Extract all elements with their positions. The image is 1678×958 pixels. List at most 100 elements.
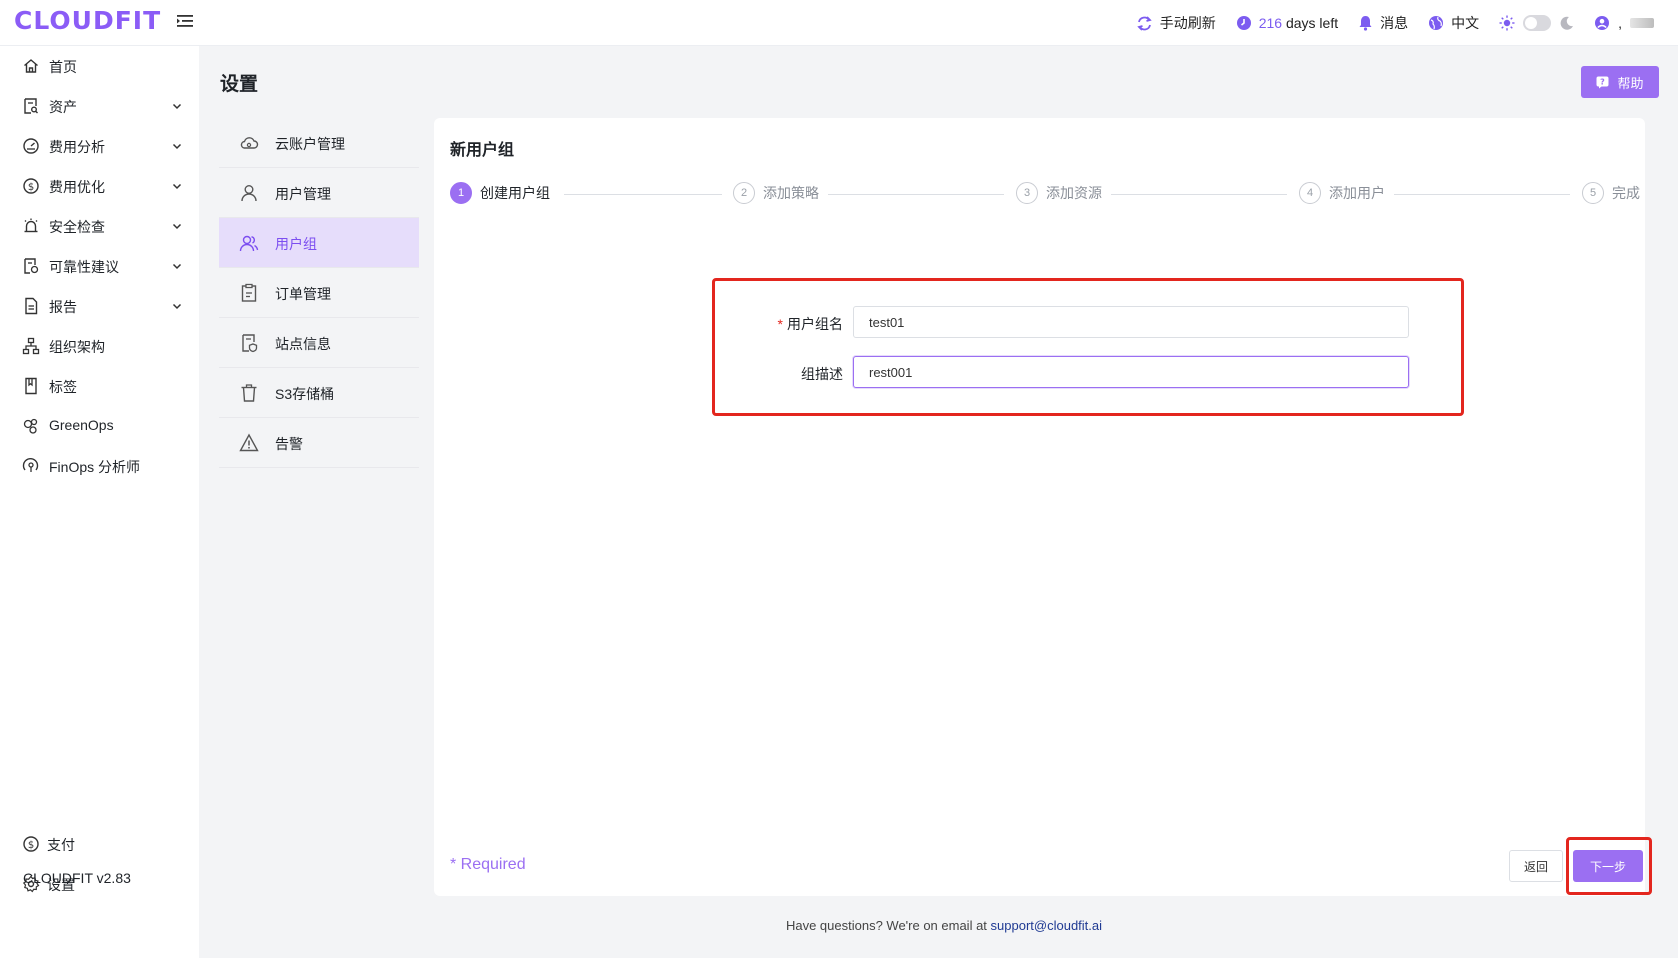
submenu-item-site-info[interactable]: 站点信息 bbox=[219, 318, 419, 368]
help-button[interactable]: ? 帮助 bbox=[1581, 66, 1659, 98]
sidebar-item-reliability[interactable]: 可靠性建议 bbox=[0, 246, 199, 286]
sidebar-item-label: 费用优化 bbox=[49, 179, 105, 195]
chevron-down-icon bbox=[172, 263, 182, 270]
alarm-icon bbox=[24, 218, 38, 233]
language-label: 中文 bbox=[1451, 15, 1480, 31]
refresh-label: 手动刷新 bbox=[1159, 15, 1216, 31]
user-name-redacted bbox=[1630, 18, 1654, 28]
footer: Have questions? We're on email at suppor… bbox=[0, 918, 1678, 933]
theme-switch[interactable] bbox=[1523, 15, 1552, 31]
group-name-input[interactable] bbox=[853, 306, 1409, 338]
submenu-item-label: 订单管理 bbox=[275, 286, 331, 302]
submenu-item-user-groups[interactable]: 用户组 bbox=[219, 218, 419, 268]
submenu-item-orders[interactable]: 订单管理 bbox=[219, 268, 419, 318]
help-label: 帮助 bbox=[1617, 75, 1644, 91]
group-name-label: * 用户组名 bbox=[777, 316, 843, 332]
clock-icon bbox=[1236, 16, 1251, 30]
dollar-icon: $ bbox=[23, 836, 39, 852]
bell-icon bbox=[1359, 16, 1372, 31]
sidebar-item-report[interactable]: 报告 bbox=[0, 286, 199, 326]
moon-icon bbox=[1560, 16, 1574, 30]
chevron-down-icon bbox=[172, 303, 182, 310]
home-icon bbox=[24, 59, 38, 73]
submenu-item-label: 云账户管理 bbox=[275, 136, 345, 152]
step-connector bbox=[564, 194, 722, 195]
step-label: 完成 bbox=[1612, 185, 1640, 201]
submenu-item-cloud-accounts[interactable]: 云账户管理 bbox=[219, 118, 419, 168]
site-icon bbox=[242, 334, 258, 353]
days-left-suffix: days left bbox=[1285, 15, 1339, 31]
menu-toggle-icon[interactable] bbox=[176, 12, 194, 30]
sidebar-item-payment[interactable]: $ 支付 bbox=[0, 824, 199, 864]
submenu-item-user-management[interactable]: 用户管理 bbox=[219, 168, 419, 218]
support-email-link[interactable]: support@cloudfit.ai bbox=[991, 918, 1102, 933]
sidebar-item-cost-optimization[interactable]: $ 费用优化 bbox=[0, 166, 199, 206]
sidebar-item-label: 标签 bbox=[49, 379, 77, 395]
app-logo[interactable]: CLOUDFIT bbox=[14, 6, 161, 35]
group-description-label: 组描述 bbox=[801, 366, 843, 382]
step-finish[interactable]: 5 完成 bbox=[1582, 182, 1640, 204]
sidebar-item-cost-analysis[interactable]: 费用分析 bbox=[0, 126, 199, 166]
step-add-policy[interactable]: 2 添加策略 bbox=[733, 182, 819, 204]
submenu-item-label: 站点信息 bbox=[275, 336, 331, 352]
messages-button[interactable]: 消息 bbox=[1358, 13, 1408, 33]
step-add-resource[interactable]: 3 添加资源 bbox=[1016, 182, 1102, 204]
sidebar-item-label: 费用分析 bbox=[49, 139, 105, 155]
order-icon bbox=[241, 283, 257, 302]
submenu-item-label: 用户管理 bbox=[275, 186, 331, 202]
help-icon: ? bbox=[1596, 76, 1609, 88]
user-menu[interactable]: , bbox=[1594, 15, 1654, 31]
asset-icon bbox=[24, 98, 38, 114]
next-step-button[interactable]: 下一步 bbox=[1573, 850, 1643, 882]
user-icon bbox=[241, 185, 257, 202]
step-number: 2 bbox=[733, 182, 755, 204]
sidebar-item-label: 组织架构 bbox=[49, 339, 105, 355]
step-connector bbox=[1111, 194, 1287, 195]
sidebar-item-tags[interactable]: 标签 bbox=[0, 366, 199, 406]
sidebar-item-label: FinOps 分析师 bbox=[49, 459, 141, 475]
tag-icon bbox=[25, 377, 37, 395]
footer-text: Have questions? We're on email at bbox=[785, 918, 987, 933]
greenops-icon bbox=[23, 418, 38, 434]
sidebar-item-label: GreenOps bbox=[49, 417, 114, 433]
step-label: 创建用户组 bbox=[480, 185, 550, 201]
submenu-item-alerts[interactable]: 告警 bbox=[219, 418, 419, 468]
theme-toggle[interactable] bbox=[1499, 15, 1574, 31]
step-create-group[interactable]: 1 创建用户组 bbox=[450, 182, 550, 204]
avatar-icon bbox=[1595, 16, 1610, 30]
report-icon bbox=[25, 297, 38, 315]
user-name: , bbox=[1618, 15, 1622, 31]
refresh-icon bbox=[1137, 15, 1152, 31]
sidebar-item-label: 可靠性建议 bbox=[49, 259, 119, 275]
sidebar-item-greenops[interactable]: GreenOps bbox=[0, 406, 199, 446]
group-description-input[interactable] bbox=[853, 356, 1409, 388]
messages-label: 消息 bbox=[1380, 15, 1409, 31]
reliability-icon bbox=[24, 258, 39, 274]
step-add-users[interactable]: 4 添加用户 bbox=[1299, 182, 1385, 204]
chevron-down-icon bbox=[172, 223, 182, 230]
sidebar-item-home[interactable]: 首页 bbox=[0, 46, 199, 86]
sidebar-item-security-check[interactable]: 安全检查 bbox=[0, 206, 199, 246]
bucket-icon bbox=[241, 384, 257, 402]
sidebar-item-assets[interactable]: 资产 bbox=[0, 86, 199, 126]
chevron-down-icon bbox=[172, 103, 182, 110]
warning-icon bbox=[239, 433, 259, 452]
dollar-icon: $ bbox=[23, 178, 39, 194]
submenu-item-s3-buckets[interactable]: S3存储桶 bbox=[219, 368, 419, 418]
days-left-value: 216 bbox=[1258, 15, 1283, 31]
new-user-group-card: 新用户组 1 创建用户组 2 添加策略 3 添加资源 4 添加用户 5 完成 *… bbox=[434, 118, 1652, 896]
form-highlight-box: *用户组名 组描述 bbox=[712, 278, 1464, 416]
sidebar-item-finops-analyst[interactable]: FinOps 分析师 bbox=[0, 446, 199, 486]
back-button[interactable]: 返回 bbox=[1509, 850, 1563, 882]
submenu-item-label: 告警 bbox=[275, 436, 303, 452]
cost-analysis-icon bbox=[23, 138, 39, 154]
language-switch[interactable]: 中文 bbox=[1428, 13, 1479, 33]
user-group-icon bbox=[239, 235, 259, 252]
manual-refresh-button[interactable]: 手动刷新 bbox=[1136, 13, 1216, 33]
sidebar-item-organization[interactable]: 组织架构 bbox=[0, 326, 199, 366]
app-version: CLOUDFIT v2.83 bbox=[23, 870, 131, 886]
sun-icon bbox=[1499, 15, 1515, 31]
wizard-steps: 1 创建用户组 2 添加策略 3 添加资源 4 添加用户 5 完成 bbox=[450, 182, 1640, 208]
chevron-down-icon bbox=[172, 143, 182, 150]
org-icon bbox=[22, 337, 40, 355]
